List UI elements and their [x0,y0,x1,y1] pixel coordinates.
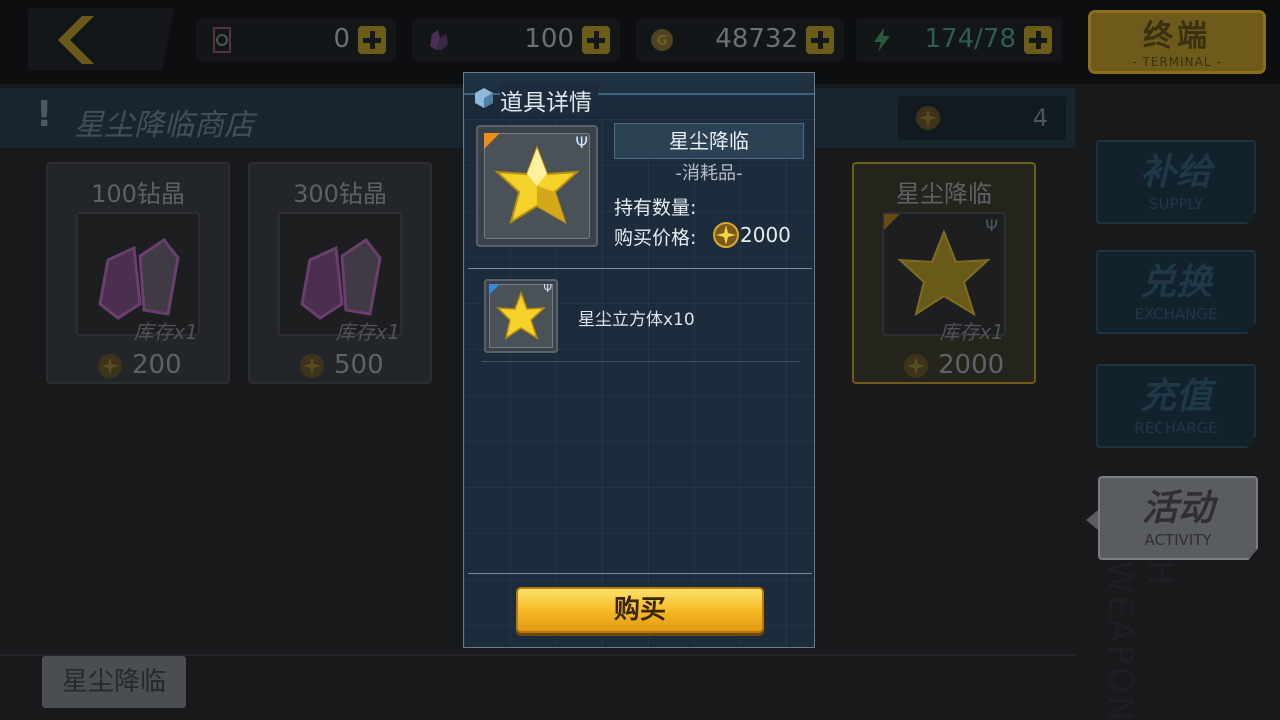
dialog-divider [468,268,812,269]
shop-currency-count: 4 [1032,104,1048,132]
side-menu-activity[interactable]: 活动 ACTIVITY [1098,476,1258,560]
add-gold-button[interactable] [806,26,834,54]
rarity-corner [489,284,500,295]
side-menu-label: 补给 [1139,152,1212,193]
crystal-count: 100 [524,24,574,54]
back-arrow-icon [58,16,94,64]
resource-ticket: 0 [196,18,396,62]
cube-icon [475,88,493,108]
item-detail-dialog: 道具详情 Ψ 星尘降临 -消耗品- 持有数量: 购买价格: 2000 Ψ 星尘立… [463,72,815,648]
energy-icon [874,28,890,52]
terminal-button[interactable]: 终端 - TERMINAL - [1088,10,1266,74]
side-menu-recharge[interactable]: 充值 RECHARGE [1096,364,1256,448]
card-name: 300钻晶 [293,180,387,208]
side-menu-sublabel: RECHARGE [1134,419,1218,437]
shop-card-300-crystal[interactable]: 300钻晶 库存x1 500 [248,162,432,384]
trident-icon: Ψ [575,133,588,152]
item-icon-box: Ψ [476,125,598,247]
back-button[interactable] [28,8,174,70]
card-name: 星尘降临 [896,180,992,208]
side-menu-sublabel: EXCHANGE [1134,305,1218,323]
shop-card-stardust[interactable]: 星尘降临 Ψ 库存x1 2000 [852,162,1036,384]
side-menu-supply[interactable]: 补给 SUPPLY [1096,140,1256,224]
rarity-corner [884,214,900,230]
card-stock: 库存x1 [133,320,198,344]
card-stock: 库存x1 [939,320,1004,344]
active-indicator [1086,510,1098,530]
card-price: 500 [334,350,384,380]
item-name: 星尘降临 [614,123,804,159]
content-item-box: Ψ [484,279,558,353]
price-label: 购买价格: [614,227,697,249]
side-menu-sublabel: SUPPLY [1148,195,1204,213]
ticket-count: 0 [333,24,350,54]
side-menu-label: 兑换 [1139,262,1212,303]
dialog-header: 道具详情 [464,73,814,119]
shop-title: 星尘降临商店 [74,108,254,143]
star-tetrahedron-icon [494,145,580,225]
add-crystal-button[interactable] [582,26,610,54]
side-menu-label: 活动 [1141,488,1214,529]
star-coin-icon [904,354,928,378]
shop-currency: 4 [898,96,1066,140]
star-coin-icon [300,354,324,378]
terminal-sublabel: - TERMINAL - [1132,55,1222,69]
star-coin-icon [713,222,739,248]
item-type: -消耗品- [675,163,743,184]
add-ticket-button[interactable] [358,26,386,54]
card-price: 2000 [938,350,1005,380]
owned-label: 持有数量: [614,197,697,219]
gold-count: 48732 [715,24,798,54]
buy-button[interactable]: 购买 [516,587,764,633]
terminal-label: 终端 [1143,19,1211,54]
card-price: 200 [132,350,182,380]
gold-coin-icon: G [651,29,673,51]
item-price: 2000 [740,223,791,247]
side-menu-sublabel: ACTIVITY [1144,531,1212,549]
game-screen: 0 100 G 48732 174/78 终端 - TERMINAL - ! 星… [0,0,1280,720]
crystal-icon [430,30,448,50]
star-coin-icon [98,354,122,378]
dialog-divider [468,573,812,574]
resource-crystal: 100 [412,18,620,62]
trident-icon: Ψ [543,282,552,295]
side-vertical-text: H WEAPON [1100,560,1180,720]
qr-ticket-icon [213,27,231,53]
add-energy-button[interactable] [1024,26,1052,54]
bottom-tab-stardust[interactable]: 星尘降临 [42,656,186,708]
star-coin-icon [916,106,940,130]
resource-gold: G 48732 [636,18,844,62]
card-name: 100钻晶 [91,180,185,208]
dialog-title: 道具详情 [500,83,598,117]
trident-icon: Ψ [985,216,998,235]
rarity-corner [484,133,500,149]
svg-text:G: G [657,34,668,49]
content-divider [482,361,800,362]
resource-energy: 174/78 [856,18,1062,62]
card-stock: 库存x1 [335,320,400,344]
shop-card-100-crystal[interactable]: 100钻晶 库存x1 200 [46,162,230,384]
content-item-label: 星尘立方体x10 [578,310,695,330]
alert-icon: ! [36,94,53,135]
energy-count: 174/78 [924,24,1016,54]
side-menu-exchange[interactable]: 兑换 EXCHANGE [1096,250,1256,334]
side-menu-label: 充值 [1139,376,1212,417]
